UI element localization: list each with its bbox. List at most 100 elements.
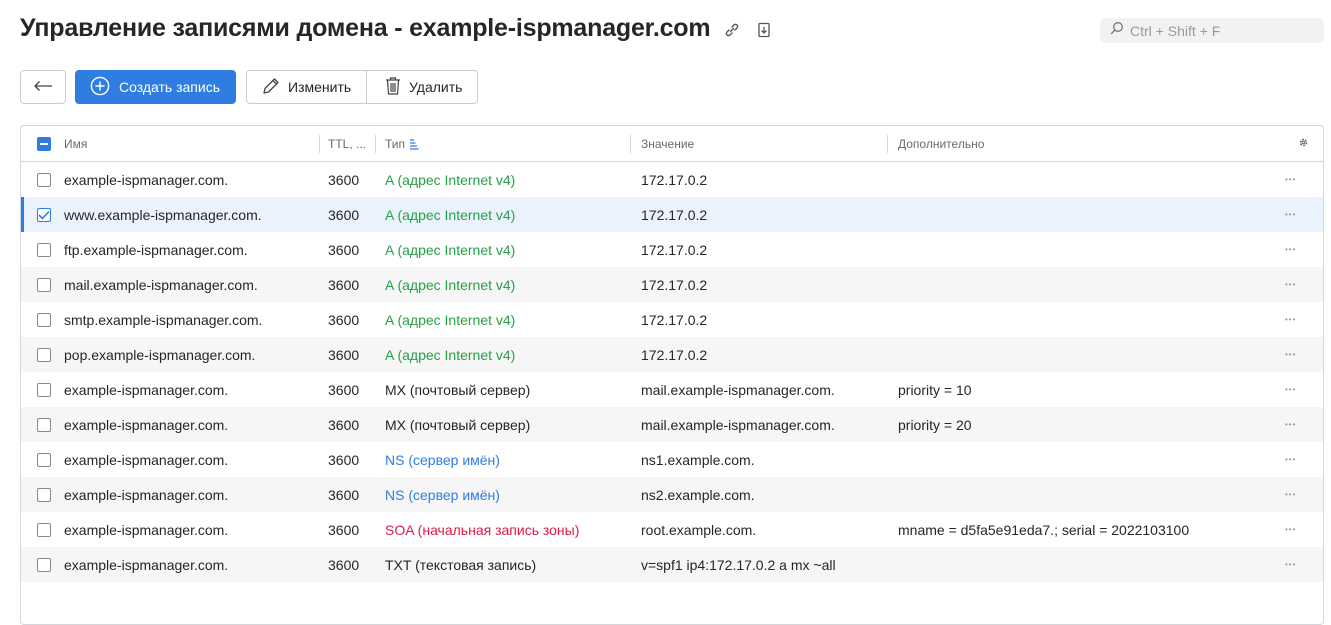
record-type: A (адрес Internet v4) [385,206,516,223]
record-name: example-ispmanager.com. [64,521,229,538]
column-divider[interactable] [887,135,888,153]
arrow-left-icon [33,79,53,95]
row-menu-icon[interactable]: ••• [1285,477,1296,512]
table-row[interactable]: ftp.example-ispmanager.com. 3600 A (адрес … [21,232,1323,267]
link-icon[interactable] [722,20,742,40]
record-value: 172.17.0.2 [641,311,708,328]
global-search[interactable] [1100,18,1324,43]
search-input[interactable] [1130,22,1315,39]
row-select-cell [37,547,51,582]
column-name[interactable]: Имя [64,126,320,161]
record-value: 172.17.0.2 [641,171,708,188]
row-menu-icon[interactable]: ••• [1285,512,1296,547]
row-checkbox[interactable] [37,452,51,467]
row-checkbox[interactable] [37,277,51,292]
column-type[interactable]: Тип [385,126,631,161]
trash-icon [384,76,402,99]
row-menu-icon[interactable]: ••• [1285,442,1296,477]
record-name: example-ispmanager.com. [64,486,229,503]
row-menu-icon[interactable]: ••• [1285,372,1296,407]
plus-circle-icon [90,76,110,99]
row-checkbox[interactable] [37,347,51,362]
record-ttl: 3600 [328,416,360,433]
row-menu-icon[interactable]: ••• [1285,232,1296,267]
edit-label: Изменить [288,79,352,95]
record-value: mail.example-ispmanager.com. [641,381,835,398]
record-value: 172.17.0.2 [641,346,708,363]
gear-icon[interactable] [1298,137,1309,151]
sort-icon[interactable] [409,138,419,150]
record-name: mail.example-ispmanager.com. [64,276,258,293]
record-extra: priority = 10 [898,381,972,398]
table-row[interactable]: smtp.example-ispmanager.com. 3600 A (адрес… [21,302,1323,337]
record-name: example-ispmanager.com. [64,381,229,398]
search-icon [1110,21,1124,40]
row-select-cell [37,512,51,547]
record-value: mail.example-ispmanager.com. [641,416,835,433]
record-type: A (адрес Internet v4) [385,241,516,258]
row-checkbox[interactable] [37,312,51,327]
row-checkbox[interactable] [37,417,51,432]
column-value[interactable]: Значение [641,126,888,161]
table-row[interactable]: www.example-ispmanager.com. 3600 A (адрес … [21,197,1323,232]
table-row[interactable]: example-ispmanager.com. 3600 A (адрес Inte… [21,162,1323,197]
row-checkbox[interactable] [37,522,51,537]
record-ttl: 3600 [328,556,360,573]
row-checkbox[interactable] [37,207,51,222]
row-checkbox[interactable] [37,382,51,397]
table-row[interactable]: example-ispmanager.com. 3600 MX (почтовый … [21,407,1323,442]
page-title: Управление записями домена - example-isp… [20,14,711,42]
back-button[interactable] [20,70,66,104]
record-ttl: 3600 [328,346,360,363]
column-settings[interactable] [1298,126,1310,161]
record-name: ftp.example-ispmanager.com. [64,241,248,258]
row-checkbox[interactable] [37,242,51,257]
record-type: NS (сервер имён) [385,451,500,468]
row-menu-icon[interactable]: ••• [1285,337,1296,372]
table-row[interactable]: example-ispmanager.com. 3600 NS (сервер им… [21,442,1323,477]
dns-records-table: Имя TTL, ... Тип Значение Дополнительно … [20,125,1324,625]
edit-button[interactable]: Изменить [247,71,367,103]
row-menu-icon[interactable]: ••• [1285,302,1296,337]
record-name: smtp.example-ispmanager.com. [64,311,263,328]
row-select-cell [37,477,51,512]
column-divider[interactable] [630,135,631,153]
row-checkbox[interactable] [37,487,51,502]
table-row[interactable]: example-ispmanager.com. 3600 MX (почтовый … [21,372,1323,407]
column-ttl[interactable]: TTL, ... [328,126,376,161]
record-type: NS (сервер имён) [385,486,500,503]
row-select-cell [37,162,51,197]
row-menu-icon[interactable]: ••• [1285,197,1296,232]
record-type: A (адрес Internet v4) [385,276,516,293]
table-row[interactable]: example-ispmanager.com. 3600 NS (сервер им… [21,477,1323,512]
row-menu-icon[interactable]: ••• [1285,407,1296,442]
delete-button[interactable]: Удалить [367,71,462,103]
row-menu-icon[interactable]: ••• [1285,162,1296,197]
edit-delete-group: Изменить Удалить [246,70,478,104]
record-name: example-ispmanager.com. [64,451,229,468]
row-select-cell [37,337,51,372]
row-checkbox[interactable] [37,172,51,187]
row-menu-icon[interactable]: ••• [1285,547,1296,582]
row-checkbox[interactable] [37,557,51,572]
table-row[interactable]: mail.example-ispmanager.com. 3600 A (адрес… [21,267,1323,302]
column-divider[interactable] [319,135,320,153]
row-select-cell [37,407,51,442]
record-ttl: 3600 [328,276,360,293]
record-type: A (адрес Internet v4) [385,346,516,363]
create-record-button[interactable]: Создать запись [75,70,236,104]
record-ttl: 3600 [328,206,360,223]
select-all-cell [37,126,51,161]
select-all-checkbox[interactable] [37,136,51,151]
bookmark-download-icon[interactable] [754,20,774,40]
column-divider[interactable] [375,135,376,153]
table-row[interactable]: pop.example-ispmanager.com. 3600 A (адрес … [21,337,1323,372]
table-row[interactable]: example-ispmanager.com. 3600 TXT (текстова… [21,547,1323,582]
table-row[interactable]: example-ispmanager.com. 3600 SOA (начальна… [21,512,1323,547]
row-menu-icon[interactable]: ••• [1285,267,1296,302]
row-select-cell [37,267,51,302]
record-extra: mname = d5fa5e91eda7.; serial = 20221031… [898,521,1190,538]
row-select-cell [37,197,51,232]
record-name: example-ispmanager.com. [64,171,229,188]
column-extra[interactable]: Дополнительно [898,126,1198,161]
